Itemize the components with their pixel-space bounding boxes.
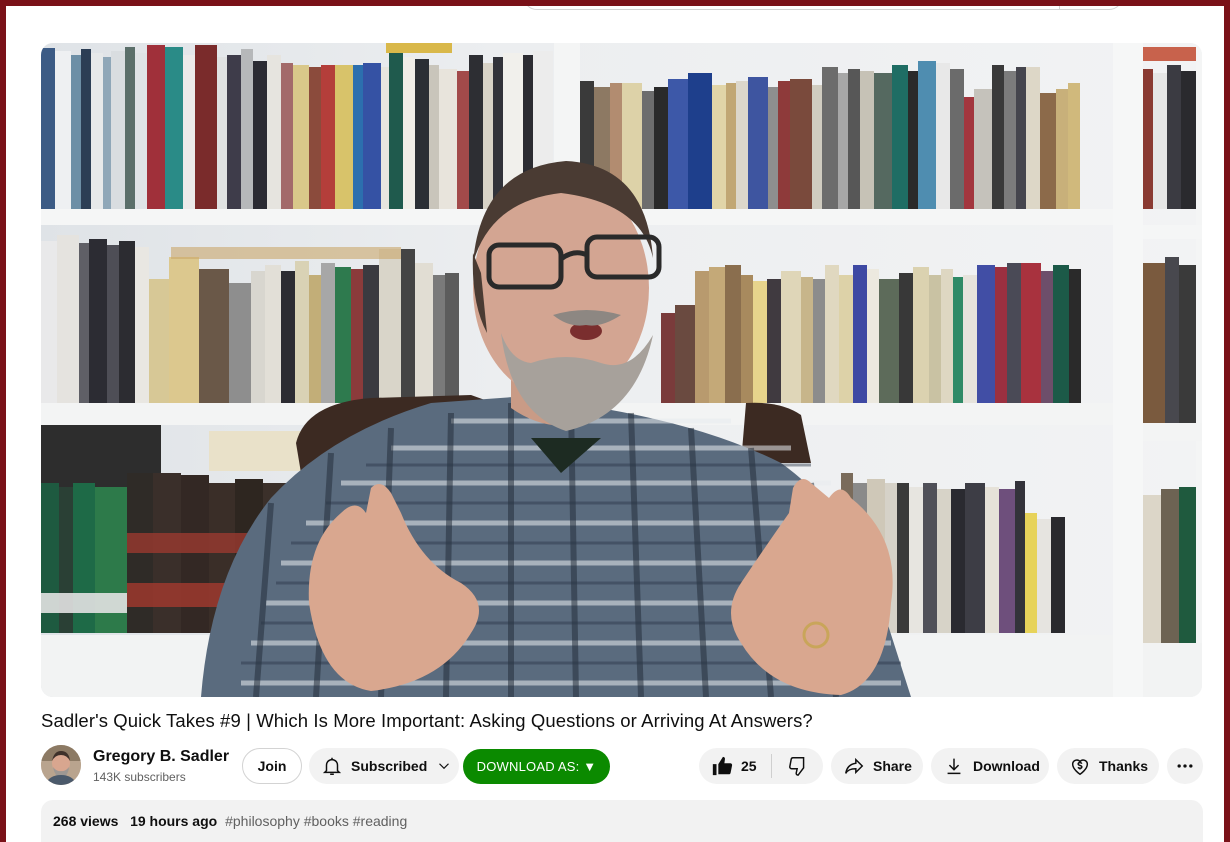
- video-player[interactable]: [41, 43, 1202, 697]
- search-bar-edge[interactable]: [523, 6, 1123, 10]
- description-box[interactable]: 268 views 19 hours ago #philosophy #book…: [41, 800, 1203, 842]
- channel-avatar[interactable]: [41, 745, 81, 785]
- video-frame-image: [41, 43, 1202, 697]
- download-button[interactable]: Download: [931, 748, 1049, 784]
- like-count[interactable]: 25: [741, 758, 757, 774]
- join-button[interactable]: Join: [242, 748, 302, 784]
- video-title: Sadler's Quick Takes #9 | Which Is More …: [41, 710, 813, 731]
- channel-name[interactable]: Gregory B. Sadler: [93, 748, 229, 766]
- subscribed-label: Subscribed: [351, 758, 428, 774]
- thumbs-down-icon[interactable]: [788, 755, 810, 777]
- thanks-button[interactable]: Thanks: [1057, 748, 1159, 784]
- thumbs-up-icon[interactable]: [711, 755, 733, 777]
- thanks-heart-dollar-icon: [1069, 755, 1091, 777]
- more-actions-button[interactable]: [1167, 748, 1203, 784]
- view-count: 268 views: [53, 813, 119, 829]
- subscriber-count: 143K subscribers: [93, 770, 186, 784]
- download-as-label: DOWNLOAD AS: ▼: [476, 759, 597, 774]
- download-as-button[interactable]: DOWNLOAD AS: ▼: [463, 749, 610, 784]
- bell-icon: [321, 755, 343, 777]
- upload-age: 19 hours ago: [130, 813, 218, 829]
- thanks-label: Thanks: [1099, 758, 1149, 774]
- more-horizontal-icon: [1175, 756, 1195, 776]
- page-frame: Sadler's Quick Takes #9 | Which Is More …: [6, 6, 1224, 842]
- download-icon: [943, 755, 965, 777]
- like-dislike-group: 25: [699, 748, 823, 784]
- like-divider: [770, 754, 772, 778]
- chevron-down-icon: [435, 757, 453, 775]
- share-label: Share: [873, 758, 912, 774]
- join-label: Join: [257, 758, 287, 774]
- share-button[interactable]: Share: [831, 748, 923, 784]
- subscribed-button[interactable]: Subscribed: [309, 748, 459, 784]
- download-label: Download: [973, 758, 1040, 774]
- share-arrow-icon: [843, 755, 865, 777]
- hashtags[interactable]: #philosophy #books #reading: [225, 813, 407, 829]
